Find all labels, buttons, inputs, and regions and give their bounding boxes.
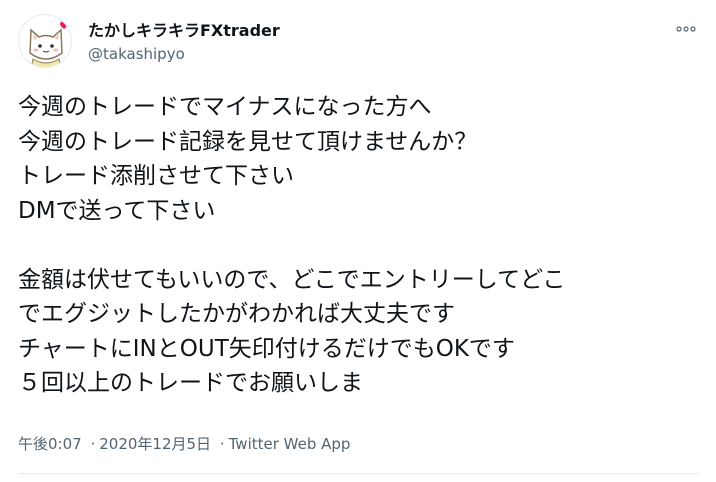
divider bbox=[18, 473, 698, 474]
separator-dot: · bbox=[219, 435, 225, 453]
tweet-line: DMで送って下さい bbox=[18, 197, 216, 224]
tweet-line: トレード添削させて下さい bbox=[18, 163, 294, 189]
tweet-line: でエグジットしたかがわかれば大丈夫です bbox=[18, 301, 455, 327]
tweet-line: ５回以上のトレードでお願いしま bbox=[18, 370, 363, 396]
avatar[interactable] bbox=[18, 14, 72, 68]
tweet-line: チャートにINとOUT矢印付けるだけでもOKです bbox=[18, 335, 515, 362]
tweet-line: 今週のトレード記録を見せて頂けませんか？ bbox=[18, 128, 478, 155]
tweet-text: 今週のトレードでマイナスになった方へ 今週のトレード記録を見せて頂けませんか？ … bbox=[18, 90, 708, 401]
more-options-button[interactable] bbox=[672, 18, 700, 40]
cat-avatar-icon bbox=[29, 21, 68, 67]
tweet-line: 今週のトレードでマイナスになった方へ bbox=[18, 94, 432, 120]
tweet-line: 金額は伏せてもいいので、どこでエントリーしてどこ bbox=[18, 266, 566, 293]
display-name[interactable]: たかしキラキラFXtrader bbox=[88, 21, 280, 41]
user-handle[interactable]: @takashipyo bbox=[88, 45, 185, 63]
tweet-source-link[interactable]: Twitter Web App bbox=[229, 435, 351, 453]
tweet-time[interactable]: 午後0:07 bbox=[18, 435, 82, 453]
more-horizontal-icon bbox=[676, 26, 696, 32]
tweet-date[interactable]: 2020年12月5日 bbox=[99, 435, 211, 453]
separator-dot: · bbox=[90, 435, 96, 453]
tweet-card: たかしキラキラFXtrader @takashipyo 今週のトレードでマイナス… bbox=[0, 0, 716, 482]
tweet-metadata: 午後0:07 · 2020年12月5日 · Twitter Web App bbox=[18, 434, 350, 454]
